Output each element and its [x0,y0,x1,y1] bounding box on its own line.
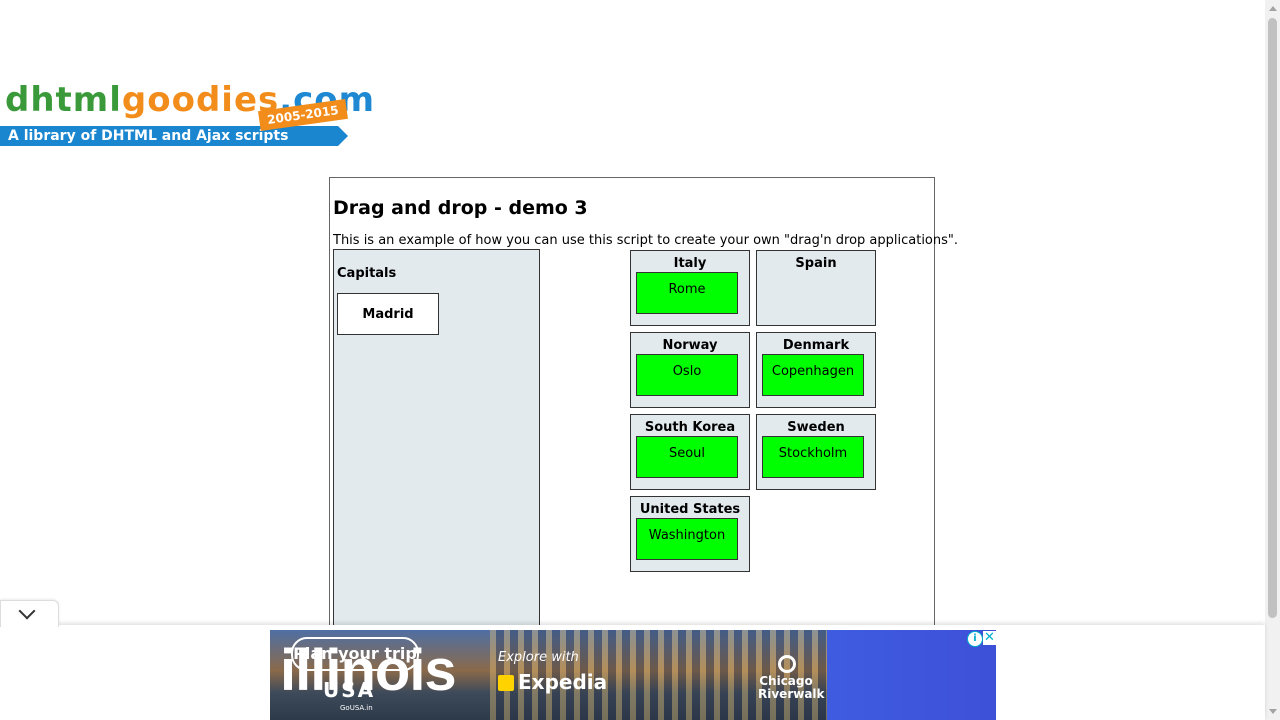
capital-tile-oslo[interactable]: Oslo [636,354,738,396]
logo-band-tip [338,126,348,146]
country-name: Spain [795,256,837,271]
capital-tile-copenhagen[interactable]: Copenhagen [762,354,864,396]
ad-explore-text: Explore with [498,650,579,665]
capitals-title: Capitals [337,266,397,281]
ad-usa-logo: USA [323,678,376,702]
page-title: Drag and drop - demo 3 [333,197,588,219]
scrollbar-thumb[interactable] [1268,18,1277,618]
country-name: Italy [673,256,707,271]
ad-location: Chicago Riverwalk [758,674,825,701]
scroll-down-icon[interactable] [1269,709,1277,714]
country-box-sweden[interactable]: Sweden Stockholm [756,414,876,490]
capital-tile-rome[interactable]: Rome [636,272,738,314]
country-box-denmark[interactable]: Denmark Copenhagen [756,332,876,408]
capital-tile-washington[interactable]: Washington [636,518,738,560]
expedia-logo-icon [498,675,514,691]
country-name: Sweden [787,420,845,435]
country-box-norway[interactable]: Norway Oslo [630,332,750,408]
country-name: Denmark [782,338,850,353]
site-logo[interactable]: dhtmlgoodies.com A library of DHTML and … [0,78,374,150]
adchoices-icon[interactable]: i [967,631,983,647]
capital-tile-madrid[interactable]: Madrid [337,293,439,335]
country-name: South Korea [644,420,736,435]
location-pin-icon [778,655,796,673]
country-box-spain[interactable]: Spain [756,250,876,326]
capital-tile-stockholm[interactable]: Stockholm [762,436,864,478]
ad-gousa-text: GoUSA.in [340,704,373,712]
demo-container: Drag and drop - demo 3 This is an exampl… [329,177,958,650]
capitals-box[interactable]: Capitals Madrid [333,249,540,650]
plan-trip-button[interactable]: Plan your trip [291,637,419,671]
scroll-up-icon[interactable] [1269,6,1277,11]
logo-tagline: A library of DHTML and Ajax scripts [8,128,289,144]
capital-tile-seoul[interactable]: Seoul [636,436,738,478]
ad-banner[interactable]: illinois Explore with Expedia Chicago Riv… [270,630,996,720]
ad-partner: Expedia [498,670,607,694]
vertical-scrollbar[interactable] [1265,0,1280,720]
intro-text: This is an example of how you can use th… [333,233,959,248]
country-name: Norway [662,338,718,353]
country-name: United States [639,502,741,517]
country-box-italy[interactable]: Italy Rome [630,250,750,326]
close-ad-icon[interactable]: ✕ [983,631,996,645]
country-box-united-states[interactable]: United States Washington [630,496,750,572]
chevron-down-icon [18,602,36,620]
collapse-ad-button[interactable] [0,600,59,627]
country-box-south-korea[interactable]: South Korea Seoul [630,414,750,490]
